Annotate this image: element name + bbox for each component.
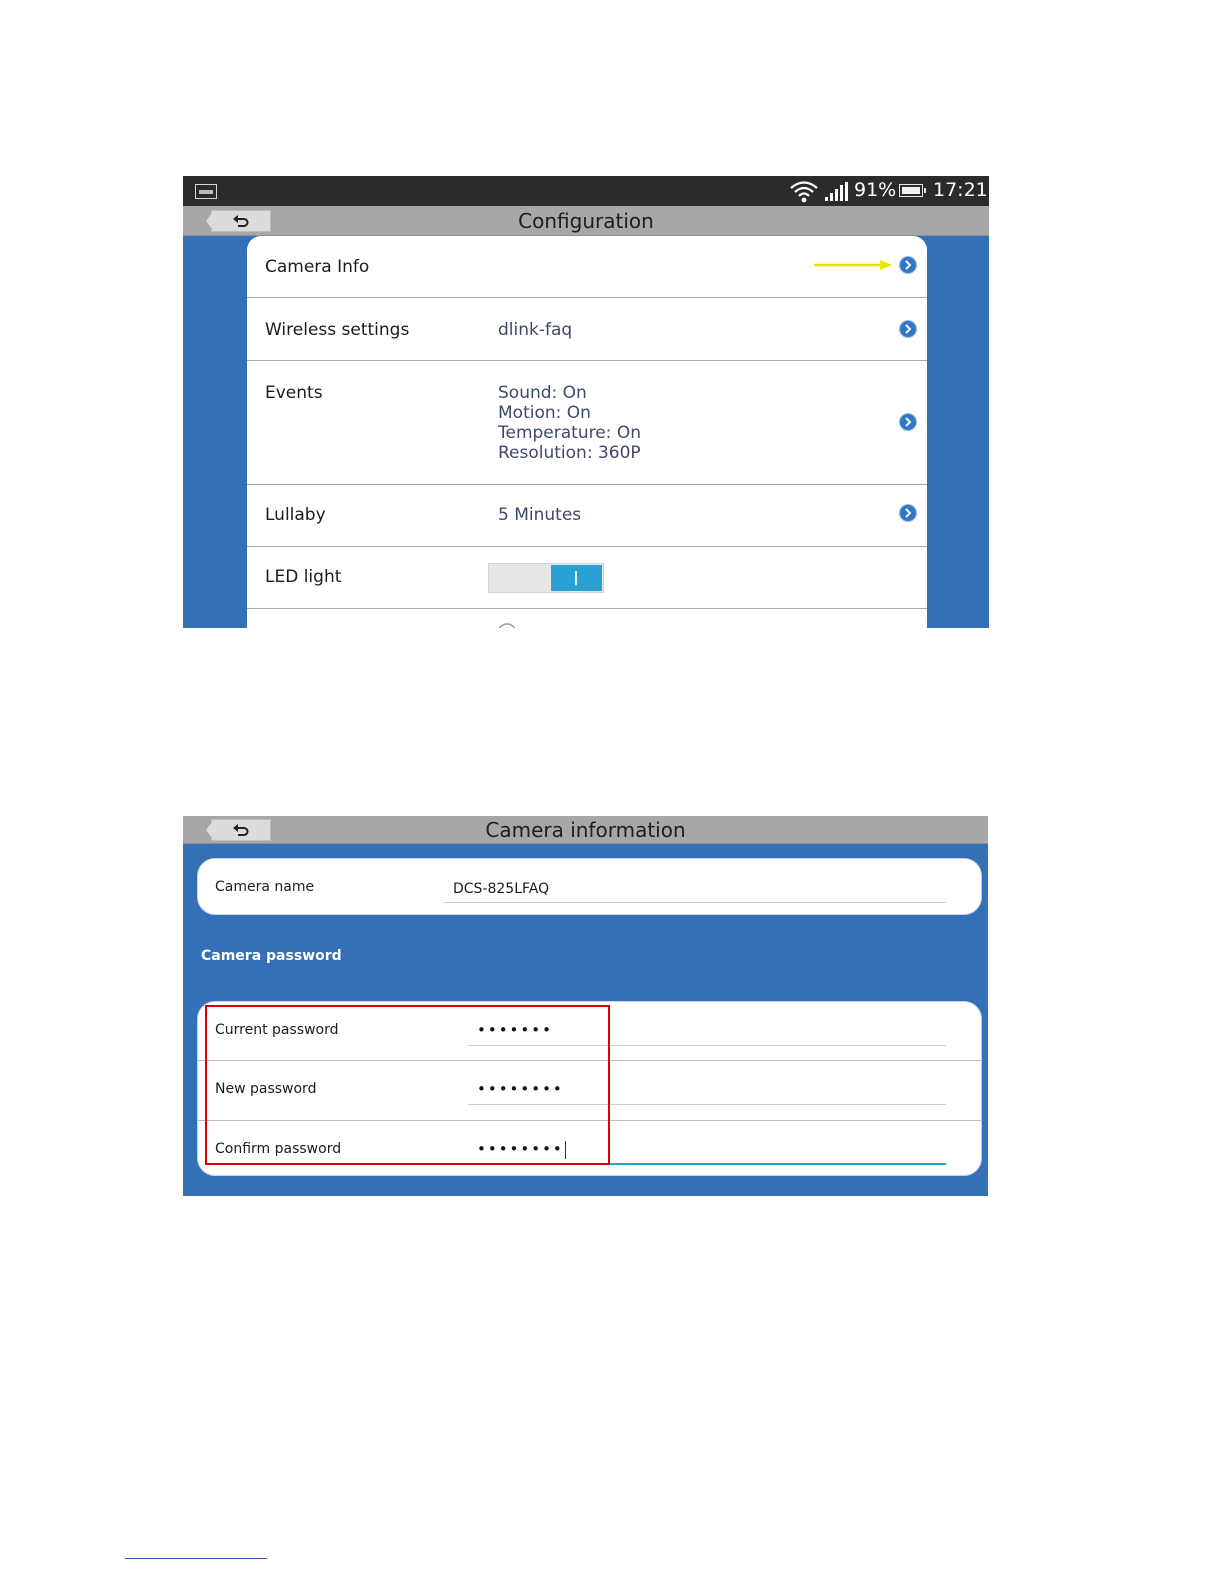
radio-icon [498,623,516,628]
events-values: Sound: On Motion: On Temperature: On Res… [498,383,641,463]
row-label: LED light [265,567,342,587]
camera-name-label: Camera name [215,879,315,895]
row-label: Camera Info [265,257,370,277]
battery-icon [899,184,926,197]
title-bar: Camera information [183,816,988,844]
event-sound: Sound: On [498,383,587,403]
clock: 17:21 [933,179,988,201]
row-events[interactable]: Events Sound: On Motion: On Temperature:… [247,361,927,485]
row-value: 5 Minutes [498,505,582,525]
row-camera-info[interactable]: Camera Info [247,236,927,298]
camera-name-field[interactable]: DCS-825LFAQ [444,875,946,903]
configuration-list: Camera Info Wireless settings dlink-faq … [247,236,927,628]
toggle-knob [551,565,602,591]
row-lullaby[interactable]: Lullaby 5 Minutes [247,485,927,547]
chevron-right-icon[interactable] [899,256,917,274]
camera-name-card: Camera name DCS-825LFAQ [197,858,982,915]
row-value: dlink-faq [498,320,573,340]
row-led-light: LED light [247,547,927,609]
row-label: Lullaby [265,505,326,525]
notification-icon [195,184,217,199]
camera-password-heading: Camera password [201,948,342,964]
battery-percent: 91% [854,179,897,201]
footnote-divider [125,1558,267,1559]
status-bar: 91% 17:21 [183,176,989,206]
event-resolution: Resolution: 360P [498,443,641,463]
page-title: Configuration [518,209,654,233]
led-light-toggle[interactable] [488,563,604,593]
title-bar: Configuration [183,206,989,236]
chevron-right-icon[interactable] [899,320,917,338]
wifi-icon [790,181,818,203]
row-label: Events [265,383,323,403]
row-label: Wireless settings [265,320,410,340]
row-partial [247,609,927,628]
highlight-box [205,1005,610,1165]
row-wireless-settings[interactable]: Wireless settings dlink-faq [247,298,927,361]
annotation-arrow-icon [814,260,892,270]
chevron-right-icon[interactable] [899,504,917,522]
signal-icon [825,182,848,201]
event-motion: Motion: On [498,403,591,423]
configuration-screenshot: 91% 17:21 Configuration Camera Info Wire… [183,176,989,628]
page-title: Camera information [485,818,686,842]
chevron-right-icon[interactable] [899,413,917,431]
event-temperature: Temperature: On [498,423,641,443]
